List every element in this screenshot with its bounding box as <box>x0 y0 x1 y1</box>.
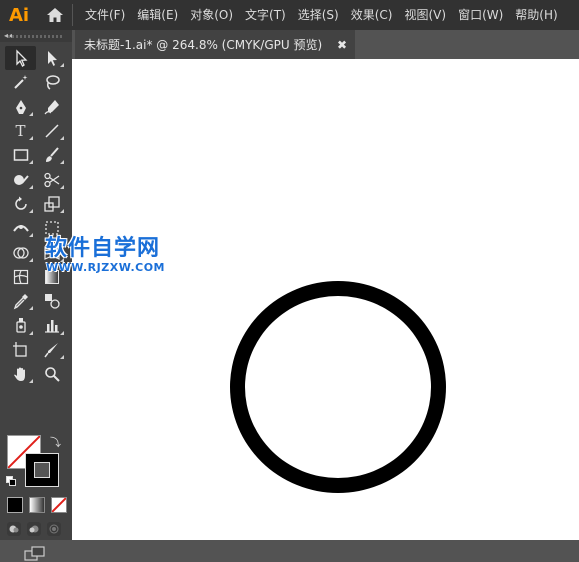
draw-normal-button[interactable] <box>7 522 21 536</box>
draw-inside-button[interactable] <box>47 522 61 536</box>
panel-grip[interactable] <box>8 35 64 38</box>
document-tab-bar: 未标题-1.ai* @ 264.8% (CMYK/GPU 预览) ✖ <box>72 30 579 59</box>
pen-icon <box>15 99 26 114</box>
scale-tool[interactable] <box>36 192 67 216</box>
stroke-swatch[interactable] <box>25 453 59 487</box>
stroke-swatch-inner <box>34 462 50 478</box>
paintbrush-tool[interactable] <box>36 143 67 167</box>
draw-behind-button[interactable] <box>27 522 41 536</box>
rectangle-tool[interactable] <box>5 143 36 167</box>
slice-knife-icon <box>43 342 58 358</box>
line-segment-tool[interactable] <box>36 119 67 143</box>
watermark-url: WWW.RJZXW.COM <box>46 261 165 274</box>
screen-mode-icon[interactable] <box>24 546 46 562</box>
blend-tool[interactable] <box>36 289 67 313</box>
swap-fill-stroke-icon[interactable]: ⤵ <box>50 434 61 450</box>
rectangle-icon <box>13 149 28 162</box>
symbol-sprayer-tool[interactable] <box>5 313 36 337</box>
paintbrush-icon <box>45 147 59 163</box>
default-fill-stroke-icon[interactable] <box>6 476 16 486</box>
home-button[interactable] <box>38 0 72 30</box>
close-tab-icon[interactable]: ✖ <box>337 38 347 52</box>
draw-normal-icon <box>9 525 19 533</box>
lasso-tool[interactable] <box>36 70 67 94</box>
type-tool[interactable]: T <box>5 119 36 143</box>
tools-panel-header[interactable]: ◂◂ <box>0 30 72 42</box>
menu-separator <box>72 4 73 26</box>
type-icon: T <box>15 122 26 141</box>
magic-wand-icon <box>13 75 27 90</box>
draw-behind-icon <box>29 525 39 533</box>
document-tab-title: 未标题-1.ai* @ 264.8% (CMYK/GPU 预览) <box>84 38 323 52</box>
menu-object[interactable]: 对象(O) <box>184 0 239 30</box>
draw-inside-icon <box>49 524 59 534</box>
scissors-tool[interactable] <box>36 167 67 191</box>
line-segment-icon <box>44 124 59 138</box>
shape-builder-tool[interactable] <box>5 240 36 264</box>
magic-wand-tool[interactable] <box>5 70 36 94</box>
artboard-tool[interactable] <box>5 338 36 362</box>
artboard-icon <box>12 341 27 357</box>
column-graph-tool[interactable] <box>36 313 67 337</box>
mesh-tool[interactable] <box>5 265 36 289</box>
direct-selection-tool[interactable] <box>36 46 67 70</box>
rotate-icon <box>14 196 27 210</box>
shaper-tool[interactable] <box>5 167 36 191</box>
gradient-mode-button[interactable] <box>29 497 45 513</box>
symbol-sprayer-icon <box>15 318 26 334</box>
hand-tool[interactable] <box>5 362 36 386</box>
slice-tool[interactable] <box>36 338 67 362</box>
none-mode-button[interactable] <box>51 497 67 513</box>
selection-tool[interactable] <box>5 46 36 71</box>
direct-selection-arrow-icon <box>47 51 57 67</box>
menu-effect[interactable]: 效果(C) <box>345 0 399 30</box>
width-icon <box>12 225 29 232</box>
scale-icon <box>43 196 60 212</box>
tools-panel: ◂◂ T <box>0 30 72 561</box>
pen-tool[interactable] <box>5 95 36 119</box>
menu-bar: Ai 文件(F) 编辑(E) 对象(O) 文字(T) 选择(S) 效果(C) 视… <box>0 0 579 30</box>
menu-help[interactable]: 帮助(H) <box>509 0 563 30</box>
blend-icon <box>44 294 60 309</box>
artboard-canvas[interactable] <box>72 59 579 540</box>
rotate-tool[interactable] <box>5 192 36 216</box>
menu-file[interactable]: 文件(F) <box>79 0 131 30</box>
curvature-pen-icon <box>44 99 59 115</box>
eyedropper-tool[interactable] <box>5 289 36 313</box>
color-mode-button[interactable] <box>7 497 23 513</box>
document-tab[interactable]: 未标题-1.ai* @ 264.8% (CMYK/GPU 预览) ✖ <box>75 30 355 59</box>
scissors-icon <box>43 172 59 187</box>
zoom-magnifier-icon <box>44 367 60 382</box>
menu-select[interactable]: 选择(S) <box>292 0 345 30</box>
curvature-tool[interactable] <box>36 95 67 119</box>
column-graph-icon <box>44 320 59 334</box>
shaper-icon <box>13 174 29 185</box>
watermark-title: 软件自学网 <box>45 236 161 261</box>
width-tool[interactable] <box>5 216 36 240</box>
mesh-icon <box>13 269 28 284</box>
menu-type[interactable]: 文字(T) <box>239 0 292 30</box>
app-logo[interactable]: Ai <box>0 0 38 30</box>
lasso-icon <box>45 75 60 91</box>
menu-window[interactable]: 窗口(W) <box>452 0 509 30</box>
zoom-tool[interactable] <box>36 362 67 386</box>
selection-arrow-icon <box>15 49 27 68</box>
hand-icon <box>13 367 25 381</box>
shape-builder-icon <box>12 246 29 259</box>
eyedropper-icon <box>13 294 28 310</box>
circle-shape[interactable] <box>230 281 446 493</box>
none-slash-icon <box>52 498 66 512</box>
menu-edit[interactable]: 编辑(E) <box>131 0 184 30</box>
home-icon <box>47 8 63 22</box>
menu-view[interactable]: 视图(V) <box>398 0 452 30</box>
